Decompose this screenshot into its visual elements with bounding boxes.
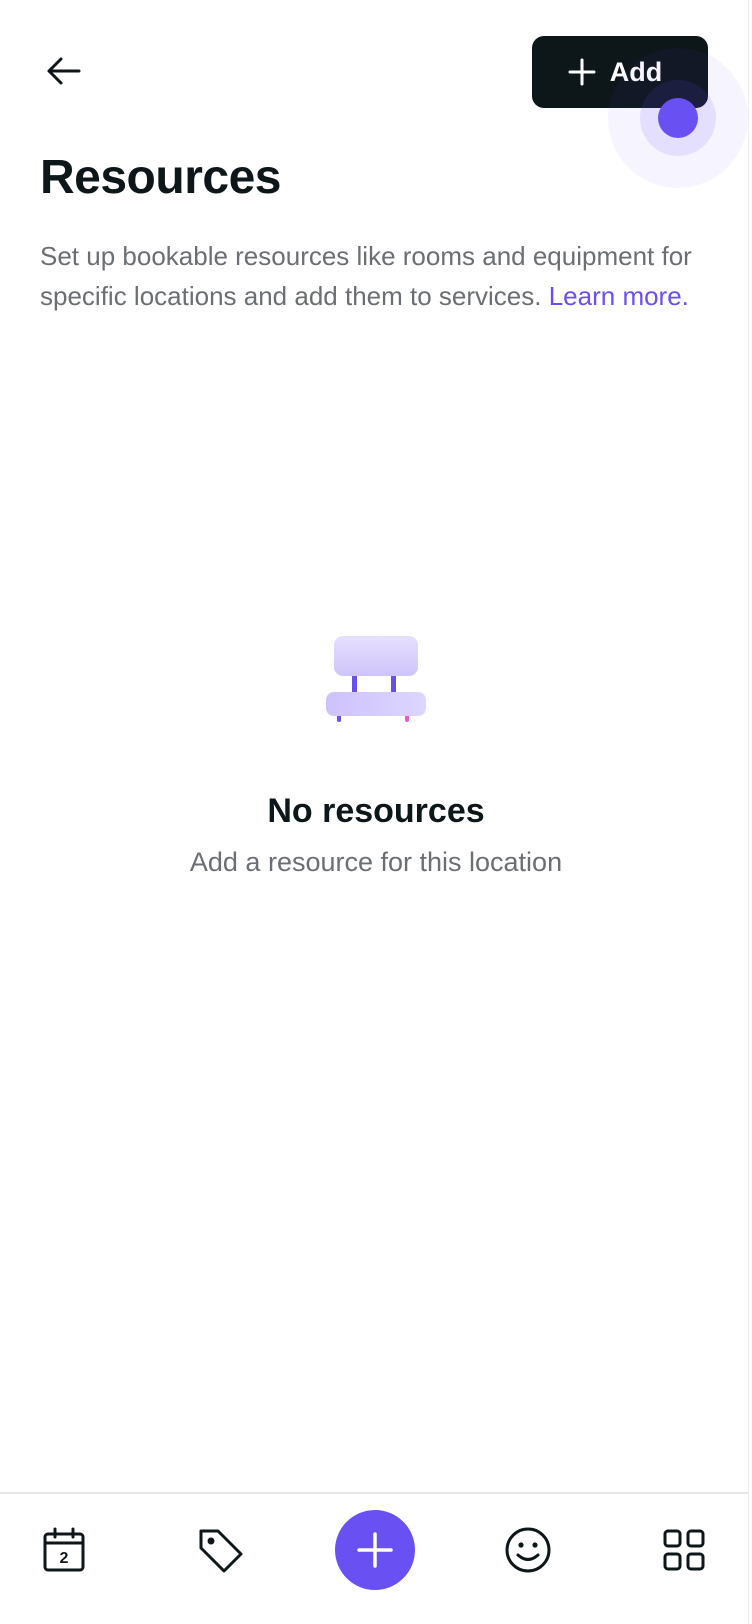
empty-state-title: No resources: [267, 792, 485, 830]
grid-icon: [663, 1529, 705, 1571]
add-button-label: Add: [609, 56, 663, 87]
back-button[interactable]: [30, 46, 96, 96]
page-title: Resources: [40, 151, 281, 204]
chair-icon: [326, 636, 426, 722]
calendar-day: 2: [60, 1550, 69, 1567]
calendar-icon: 2: [43, 1527, 85, 1572]
tag-icon: [199, 1529, 243, 1573]
nav-add-button[interactable]: [335, 1510, 415, 1590]
arrow-left-icon: [47, 57, 81, 85]
bottom-navigation: 2: [0, 1492, 748, 1624]
learn-more-link[interactable]: Learn more.: [549, 281, 689, 311]
nav-item-calendar[interactable]: 2: [14, 1494, 114, 1606]
nav-item-clients[interactable]: [478, 1494, 578, 1606]
nav-item-add[interactable]: [325, 1494, 425, 1606]
nav-item-sales[interactable]: [170, 1494, 270, 1606]
add-button[interactable]: Add: [532, 36, 708, 108]
resources-screen: Add Resources Set up bookable resources …: [0, 0, 752, 1624]
smiley-icon: [505, 1527, 551, 1573]
empty-state-subtitle: Add a resource for this location: [189, 847, 563, 877]
plus-icon: [357, 1532, 393, 1568]
empty-state: No resources Add a resource for this loc…: [0, 636, 752, 878]
plus-icon: [568, 58, 596, 86]
nav-item-more[interactable]: [634, 1494, 734, 1606]
page-description: Set up bookable resources like rooms and…: [40, 236, 712, 316]
